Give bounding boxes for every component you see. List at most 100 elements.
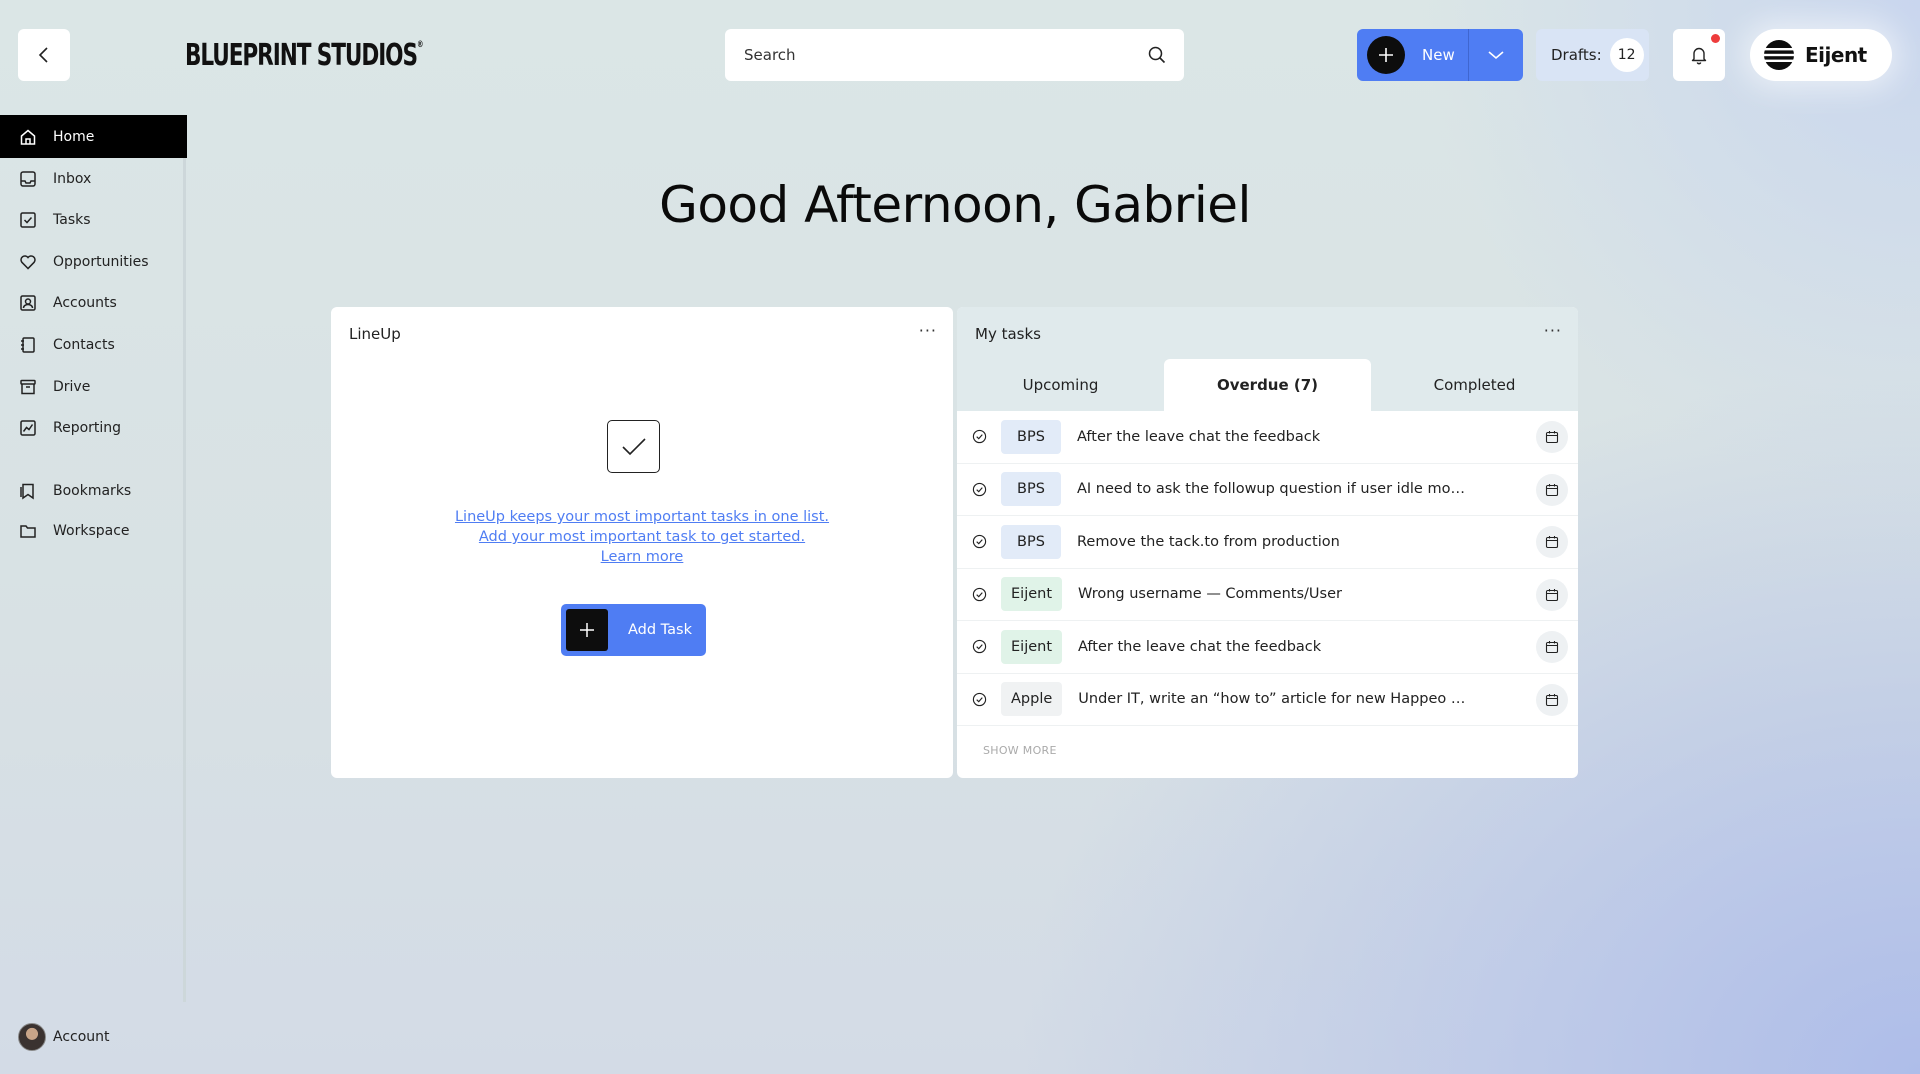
task-tag: Apple [1001,682,1063,717]
task-title: Under IT, write an “how to” article for … [1078,691,1469,708]
notifications-button[interactable] [1673,29,1725,81]
sidebar-item-label: Drive [53,378,91,395]
eijent-logo-icon [1764,40,1794,70]
task-title: Remove the tack.to from production [1077,533,1340,550]
back-button[interactable] [18,29,70,81]
task-title: AI need to ask the followup question if … [1077,481,1467,498]
page-title: Good Afternoon, Gabriel [659,176,1251,234]
notification-dot [1711,34,1720,43]
logo-text: BLUEPRINT STUDIOS [185,37,418,73]
lineup-info-link-1[interactable]: LineUp keeps your most important tasks i… [331,507,953,527]
archive-icon [20,379,36,394]
check-circle-icon[interactable] [972,587,987,602]
sidebar-item-home[interactable]: Home [0,115,187,158]
drafts-count-badge: 12 [1609,38,1644,72]
new-dropdown-button[interactable] [1469,29,1523,81]
check-circle-icon[interactable] [972,534,987,549]
table-row[interactable]: BPS After the leave chat the feedback [957,411,1578,464]
check-circle-icon[interactable] [972,429,987,444]
table-row[interactable]: BPS Remove the tack.to from production [957,516,1578,569]
task-title: Wrong username — Comments/User [1078,586,1342,603]
plus-icon [1367,36,1405,74]
folder-icon [20,524,36,538]
workspace-name: Eijent [1805,43,1867,67]
sidebar-item-label: Workspace [53,522,130,539]
sidebar-item-bookmarks[interactable]: Bookmarks [0,469,187,512]
sidebar-item-drive[interactable]: Drive [0,365,187,408]
new-button[interactable]: New [1357,29,1469,81]
task-title: After the leave chat the feedback [1077,428,1321,445]
chevron-left-icon [38,47,48,63]
avatar [18,1023,46,1051]
task-tag: BPS [1001,419,1061,454]
tab-completed[interactable]: Completed [1371,359,1578,411]
sidebar-item-workspace[interactable]: Workspace [0,509,187,552]
task-tabs: Upcoming Overdue (7) Completed [957,359,1578,411]
user-card-icon [20,294,36,311]
search-icon[interactable] [1148,46,1166,64]
sidebar-item-contacts[interactable]: Contacts [0,323,187,366]
chart-icon [20,419,36,436]
chevron-down-icon [1488,51,1504,60]
heart-icon [20,254,36,270]
sidebar-item-opportunities[interactable]: Opportunities [0,240,187,283]
drafts-button[interactable]: Drafts: 12 [1536,29,1649,81]
my-tasks-title: My tasks [975,325,1041,343]
show-more-button[interactable]: SHOW MORE [983,744,1057,757]
table-row[interactable]: Eijent Wrong username — Comments/User [957,569,1578,621]
calendar-icon[interactable] [1536,631,1568,663]
check-circle-icon[interactable] [972,639,987,654]
tab-overdue[interactable]: Overdue (7) [1164,359,1371,411]
calendar-icon[interactable] [1536,421,1568,453]
sidebar-item-reporting[interactable]: Reporting [0,406,187,449]
task-tag: BPS [1001,524,1061,559]
my-tasks-card: My tasks ··· Upcoming Overdue (7) Comple… [957,307,1578,778]
brand-logo[interactable]: BLUEPRINT STUDIOS ® [185,34,423,76]
calendar-icon[interactable] [1536,473,1568,506]
sidebar-item-label: Opportunities [53,253,149,270]
lineup-empty-message: LineUp keeps your most important tasks i… [331,507,953,567]
sidebar-item-label: Contacts [53,336,115,353]
home-icon [20,129,36,145]
plus-icon [566,609,608,651]
sidebar: Home Inbox Tasks Opportunities Accounts … [0,115,187,1002]
contact-book-icon [21,336,35,353]
check-circle-icon[interactable] [972,692,987,707]
account-label: Account [53,1029,110,1045]
sidebar-item-accounts[interactable]: Accounts [0,281,187,324]
check-circle-icon[interactable] [972,482,987,497]
sidebar-item-label: Reporting [53,419,122,436]
table-row[interactable]: BPS AI need to ask the followup question… [957,464,1578,516]
learn-more-link[interactable]: Learn more [331,547,953,567]
bell-icon [1691,47,1707,65]
sidebar-item-label: Home [53,128,95,145]
table-row[interactable]: Eijent After the leave chat the feedback [957,621,1578,674]
sidebar-item-label: Bookmarks [53,482,132,499]
lineup-card: LineUp ··· LineUp keeps your most import… [331,307,953,778]
calendar-icon[interactable] [1536,683,1568,716]
table-row[interactable]: Apple Under IT, write an “how to” articl… [957,674,1578,726]
add-task-button[interactable]: Add Task [561,604,706,656]
tab-upcoming[interactable]: Upcoming [957,359,1164,411]
calendar-icon[interactable] [1536,578,1568,611]
checkmark-icon [607,420,660,473]
task-tag: BPS [1001,472,1061,507]
lineup-title: LineUp [349,325,401,343]
sidebar-item-label: Accounts [53,294,117,311]
task-tag: Eijent [1001,629,1063,664]
task-list: BPS After the leave chat the feedback BP… [957,411,1578,726]
lineup-more-button[interactable]: ··· [919,321,937,340]
lineup-info-link-2[interactable]: Add your most important task to get star… [331,527,953,547]
calendar-icon[interactable] [1536,526,1568,558]
task-tag: Eijent [1001,577,1063,612]
drafts-label: Drafts: [1551,46,1602,64]
task-title: After the leave chat the feedback [1078,638,1322,655]
new-button-label: New [1422,46,1455,64]
search-bar[interactable] [725,29,1184,81]
workspace-switcher[interactable]: Eijent [1750,29,1892,81]
my-tasks-more-button[interactable]: ··· [1544,321,1562,340]
search-input[interactable] [744,46,1148,64]
account-button[interactable]: Account [18,1023,110,1051]
new-button-group: New [1357,29,1523,81]
bookmark-icon [20,483,34,499]
